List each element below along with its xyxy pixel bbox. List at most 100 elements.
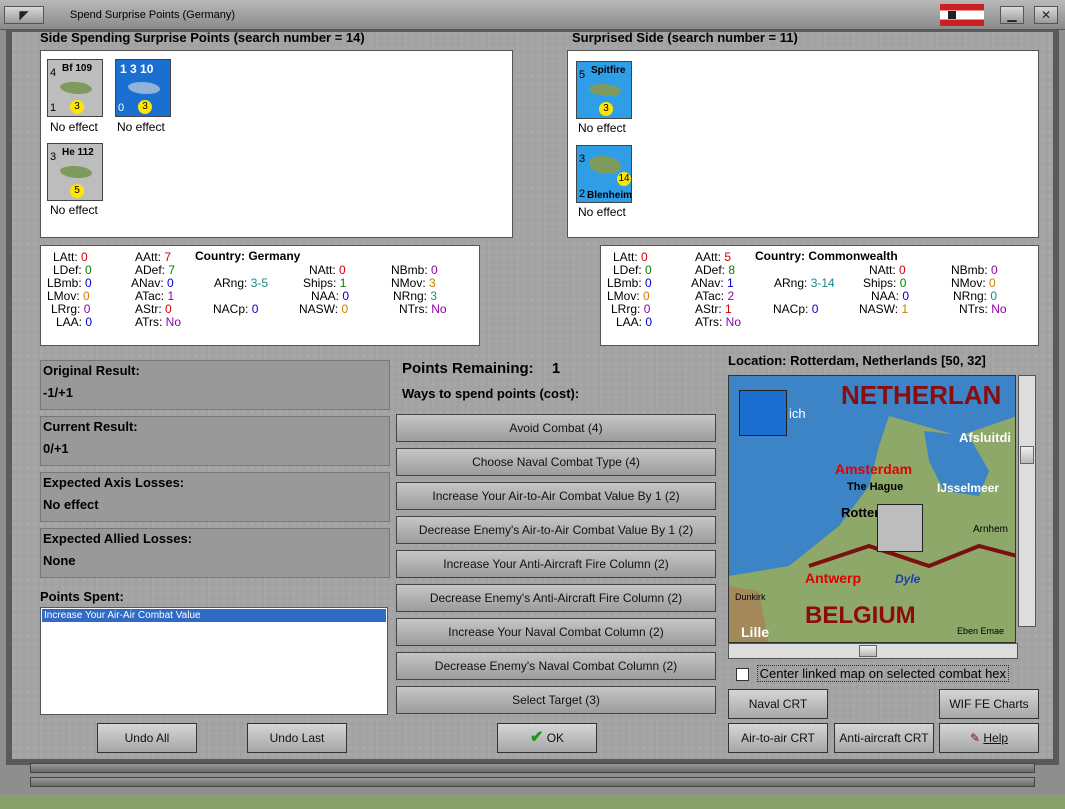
unit-strength: 3 <box>138 100 152 114</box>
unit-counter[interactable]: Bf 109 4 1 3 <box>47 59 103 117</box>
increase-air-combat-button[interactable]: Increase Your Air-to-Air Combat Value By… <box>396 482 716 510</box>
stats-country: Country: Commonwealth <box>755 249 898 263</box>
list-item[interactable]: Increase Your Air-Air Combat Value <box>42 609 386 622</box>
stat-laa: 0 <box>85 315 93 329</box>
wif-fe-charts-button[interactable]: WIF FE Charts <box>939 689 1039 719</box>
unit-strength: 5 <box>70 184 84 198</box>
map-label-antwerp: Antwerp <box>805 570 861 586</box>
stat-lmov: 0 <box>643 289 650 303</box>
stat-lbmb: 0 <box>85 276 92 290</box>
submarine-counter[interactable] <box>739 390 787 436</box>
air-unit-counter[interactable] <box>877 504 923 552</box>
undo-all-button[interactable]: Undo All <box>97 723 197 753</box>
original-result-value: -1/+1 <box>43 385 73 400</box>
germany-flag-icon <box>940 4 984 26</box>
map-label-afsluitdijk: Afsluitdi <box>959 430 1011 445</box>
stat-astr: 0 <box>165 302 172 316</box>
stat-nmov: 0 <box>989 276 996 290</box>
decrease-enemy-aa-fire-button[interactable]: Decrease Enemy's Anti-Aircraft Fire Colu… <box>396 584 716 612</box>
unit-value: 3 <box>579 153 586 165</box>
stat-lrrg: 0 <box>83 302 91 316</box>
current-result-value: 0/+1 <box>43 441 69 456</box>
avoid-combat-button[interactable]: Avoid Combat (4) <box>396 414 716 442</box>
stat-ships: 0 <box>899 276 907 290</box>
map-label-eben-emael: Eben Emae <box>957 626 1005 636</box>
points-remaining: Points Remaining: 1 <box>402 360 560 377</box>
choose-naval-combat-type-button[interactable]: Choose Naval Combat Type (4) <box>396 448 716 476</box>
decrease-enemy-naval-combat-button[interactable]: Decrease Enemy's Naval Combat Column (2) <box>396 652 716 680</box>
stat-atrs: No <box>725 315 742 329</box>
stat-laa: 0 <box>645 315 653 329</box>
scrollbar-thumb[interactable] <box>1020 446 1034 464</box>
naval-crt-button[interactable]: Naval CRT <box>728 689 828 719</box>
unit-value: 4 <box>50 67 57 79</box>
allied-losses-label: Expected Allied Losses: <box>43 531 193 546</box>
minimap-vertical-scrollbar[interactable] <box>1018 375 1036 627</box>
map-label-belgium: BELGIUM <box>805 602 916 629</box>
unit-name: Bf 109 <box>62 63 93 74</box>
stat-lmov: 0 <box>83 289 90 303</box>
minimize-button[interactable]: ▁ <box>1000 6 1024 24</box>
ok-button[interactable]: ✔ OK <box>497 723 597 753</box>
stat-natt: 0 <box>899 263 906 277</box>
stat-latt: 0 <box>81 250 88 264</box>
stat-arng: 3-14 <box>810 276 835 290</box>
scrollbar-thumb[interactable] <box>859 645 877 657</box>
plane-icon <box>60 82 92 94</box>
select-target-button[interactable]: Select Target (3) <box>396 686 716 714</box>
unit-strength: 3 <box>70 100 84 114</box>
unit-name: Spitfire <box>591 65 626 76</box>
unit-counter[interactable]: 1 3 10 0 3 <box>115 59 171 117</box>
air-to-air-crt-button[interactable]: Air-to-air CRT <box>728 723 828 753</box>
current-result-label: Current Result: <box>43 419 138 434</box>
stat-nasw: 1 <box>901 302 909 316</box>
map-label-ich: ich <box>789 406 806 421</box>
bottom-frame-bar <box>30 777 1035 787</box>
stat-ldef: 0 <box>645 263 652 277</box>
stat-adef: 7 <box>168 263 176 277</box>
surprised-side-header: Surprised Side (search number = 11) <box>572 30 798 45</box>
unit-value: 5 <box>579 69 586 81</box>
plane-icon <box>589 156 621 174</box>
stat-ldef: 0 <box>85 263 92 277</box>
help-book-icon: ✎ <box>969 731 981 745</box>
stat-anav: 1 <box>727 276 734 290</box>
unit-name: He 112 <box>62 147 94 158</box>
undo-last-button[interactable]: Undo Last <box>247 723 347 753</box>
center-map-checkbox-row[interactable]: Center linked map on selected combat hex <box>736 665 1010 682</box>
location-label: Location: Rotterdam, Netherlands [50, 32… <box>728 353 986 368</box>
location-minimap[interactable]: NETHERLAN Afsluitdi ich Amsterdam The Ha… <box>728 375 1016 643</box>
stat-ntrs: No <box>431 302 447 316</box>
unit-counter[interactable]: He 112 3 5 <box>47 143 103 201</box>
decrease-enemy-air-combat-button[interactable]: Decrease Enemy's Air-to-Air Combat Value… <box>396 516 716 544</box>
points-spent-label: Points Spent: <box>40 589 124 604</box>
stat-lrrg: 0 <box>643 302 651 316</box>
stat-aatt: 7 <box>164 250 172 264</box>
unit-result: No effect <box>50 203 98 217</box>
unit-strength: 14 <box>617 172 631 186</box>
increase-naval-combat-button[interactable]: Increase Your Naval Combat Column (2) <box>396 618 716 646</box>
stats-country: Country: Germany <box>195 249 301 263</box>
unit-counter[interactable]: Spitfire 5 3 <box>576 61 632 119</box>
current-result-box: Current Result: 0/+1 <box>40 416 390 466</box>
center-map-checkbox[interactable] <box>736 668 749 682</box>
points-remaining-value: 1 <box>551 360 561 377</box>
system-menu-button[interactable]: ◤ <box>4 6 44 24</box>
help-button[interactable]: ✎ Help <box>939 723 1039 753</box>
map-label-lille: Lille <box>741 624 770 640</box>
stat-atac: 2 <box>727 289 735 303</box>
unit-counter[interactable]: Blenheim 3 2 14 <box>576 145 632 203</box>
increase-aa-fire-button[interactable]: Increase Your Anti-Aircraft Fire Column … <box>396 550 716 578</box>
help-label: Help <box>983 731 1009 745</box>
map-label-amsterdam: Amsterdam <box>835 461 913 477</box>
stat-nbmb: 0 <box>991 263 998 277</box>
original-result-box: Original Result: -1/+1 <box>40 360 390 410</box>
minimap-horizontal-scrollbar[interactable] <box>728 643 1018 659</box>
stat-nbmb: 0 <box>431 263 438 277</box>
points-spent-list[interactable]: Increase Your Air-Air Combat Value <box>40 607 388 715</box>
unit-value: 0 <box>118 102 125 114</box>
unit-result: No effect <box>578 205 626 219</box>
close-button[interactable]: ✕ <box>1034 6 1058 24</box>
axis-losses-box: Expected Axis Losses: No effect <box>40 472 390 522</box>
anti-aircraft-crt-button[interactable]: Anti-aircraft CRT <box>834 723 934 753</box>
